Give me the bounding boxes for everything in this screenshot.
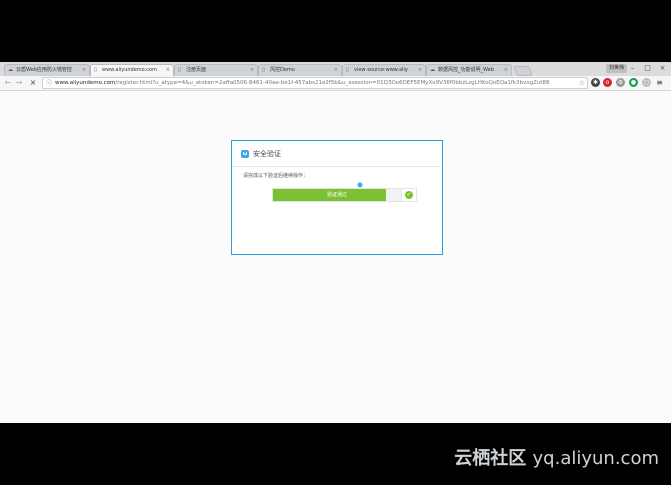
security-verification-dialog: 安全验证 请完成以下验证后继续操作： 验证通过 ✓ bbox=[231, 140, 443, 255]
close-window-icon[interactable]: × bbox=[658, 64, 667, 73]
menu-icon[interactable]: ≡ bbox=[655, 78, 664, 87]
tab-strip: ☁ 云盾Web应用防火墙管控 × ▯ www.aliyundemo.com × ▯ 注册页… bbox=[0, 62, 671, 76]
stop-icon[interactable]: × bbox=[28, 77, 38, 89]
new-tab-button[interactable] bbox=[513, 66, 533, 76]
tab-view-source[interactable]: ▯ view-source:www.aliy × bbox=[342, 64, 426, 76]
opera-icon[interactable]: o bbox=[603, 78, 612, 87]
dialog-title: 安全验证 bbox=[253, 150, 281, 158]
verification-prompt: 请完成以下验证后继续操作： bbox=[243, 173, 309, 179]
slider-handle[interactable]: ✓ bbox=[401, 188, 417, 202]
url-text: www.aliyundemo.com/register.html?u_atype… bbox=[55, 80, 550, 86]
tab-register-page[interactable]: ▯ 注册页面 × bbox=[174, 64, 258, 76]
close-icon[interactable]: × bbox=[82, 65, 86, 76]
extension-green-icon[interactable]: ● bbox=[629, 78, 638, 87]
slider-label: 验证通过 bbox=[326, 192, 347, 198]
dialog-header: 安全验证 bbox=[232, 141, 441, 167]
tab-aliyundemo[interactable]: ▯ www.aliyundemo.com × bbox=[90, 64, 174, 76]
tab-label: www.aliyundemo.com bbox=[102, 67, 157, 73]
cloud-icon: ☁ bbox=[8, 67, 13, 73]
slide-verification-slider[interactable]: 验证通过 ✓ bbox=[272, 188, 417, 202]
shield-icon bbox=[241, 150, 249, 158]
window-icon[interactable]: ▢ bbox=[642, 78, 651, 87]
tab-risk-docs[interactable]: ☁ 数据风控_功能说明_Web × bbox=[426, 64, 512, 76]
page-icon: ▯ bbox=[262, 67, 265, 73]
top-letterbox bbox=[0, 0, 671, 62]
watermark: 云栖社区 yq.aliyun.com bbox=[454, 448, 659, 469]
user-profile-button[interactable]: 刘世伟 bbox=[606, 64, 628, 73]
page-icon: ▯ bbox=[346, 67, 349, 73]
cloud-icon: ☁ bbox=[430, 67, 435, 73]
close-icon[interactable]: × bbox=[504, 65, 508, 76]
settings-icon[interactable]: ⚙ bbox=[616, 78, 625, 87]
tab-waf-console[interactable]: ☁ 云盾Web应用防火墙管控 × bbox=[4, 64, 90, 76]
browser-toolbar: ← → × ⓘ www.aliyundemo.com/register.html… bbox=[0, 76, 671, 91]
extension-icon[interactable]: ✱ bbox=[591, 78, 600, 87]
minimize-icon[interactable]: – bbox=[628, 64, 637, 73]
address-bar[interactable]: ⓘ www.aliyundemo.com/register.html?u_aty… bbox=[42, 77, 588, 89]
tab-label: view-source:www.aliy bbox=[354, 67, 408, 73]
tab-label: 云盾Web应用防火墙管控 bbox=[16, 67, 72, 73]
forward-arrow-icon[interactable]: → bbox=[14, 77, 24, 89]
close-icon[interactable]: × bbox=[418, 65, 422, 76]
tab-label: 风控Demo bbox=[270, 67, 295, 73]
cursor-icon bbox=[356, 181, 364, 189]
close-icon[interactable]: × bbox=[334, 65, 338, 76]
tab-label: 数据风控_功能说明_Web bbox=[438, 67, 494, 73]
tab-risk-demo[interactable]: ▯ 风控Demo × bbox=[258, 64, 342, 76]
close-icon[interactable]: × bbox=[250, 65, 254, 76]
close-icon[interactable]: × bbox=[166, 65, 170, 76]
bookmark-star-icon[interactable]: ☆ bbox=[579, 78, 585, 88]
page-icon: ▯ bbox=[94, 67, 97, 73]
back-arrow-icon[interactable]: ← bbox=[3, 77, 13, 89]
info-icon[interactable]: ⓘ bbox=[46, 79, 52, 88]
checkmark-icon: ✓ bbox=[405, 191, 413, 199]
page-icon: ▯ bbox=[178, 67, 181, 73]
maximize-icon[interactable]: □ bbox=[643, 64, 652, 73]
tab-label: 注册页面 bbox=[186, 67, 207, 73]
